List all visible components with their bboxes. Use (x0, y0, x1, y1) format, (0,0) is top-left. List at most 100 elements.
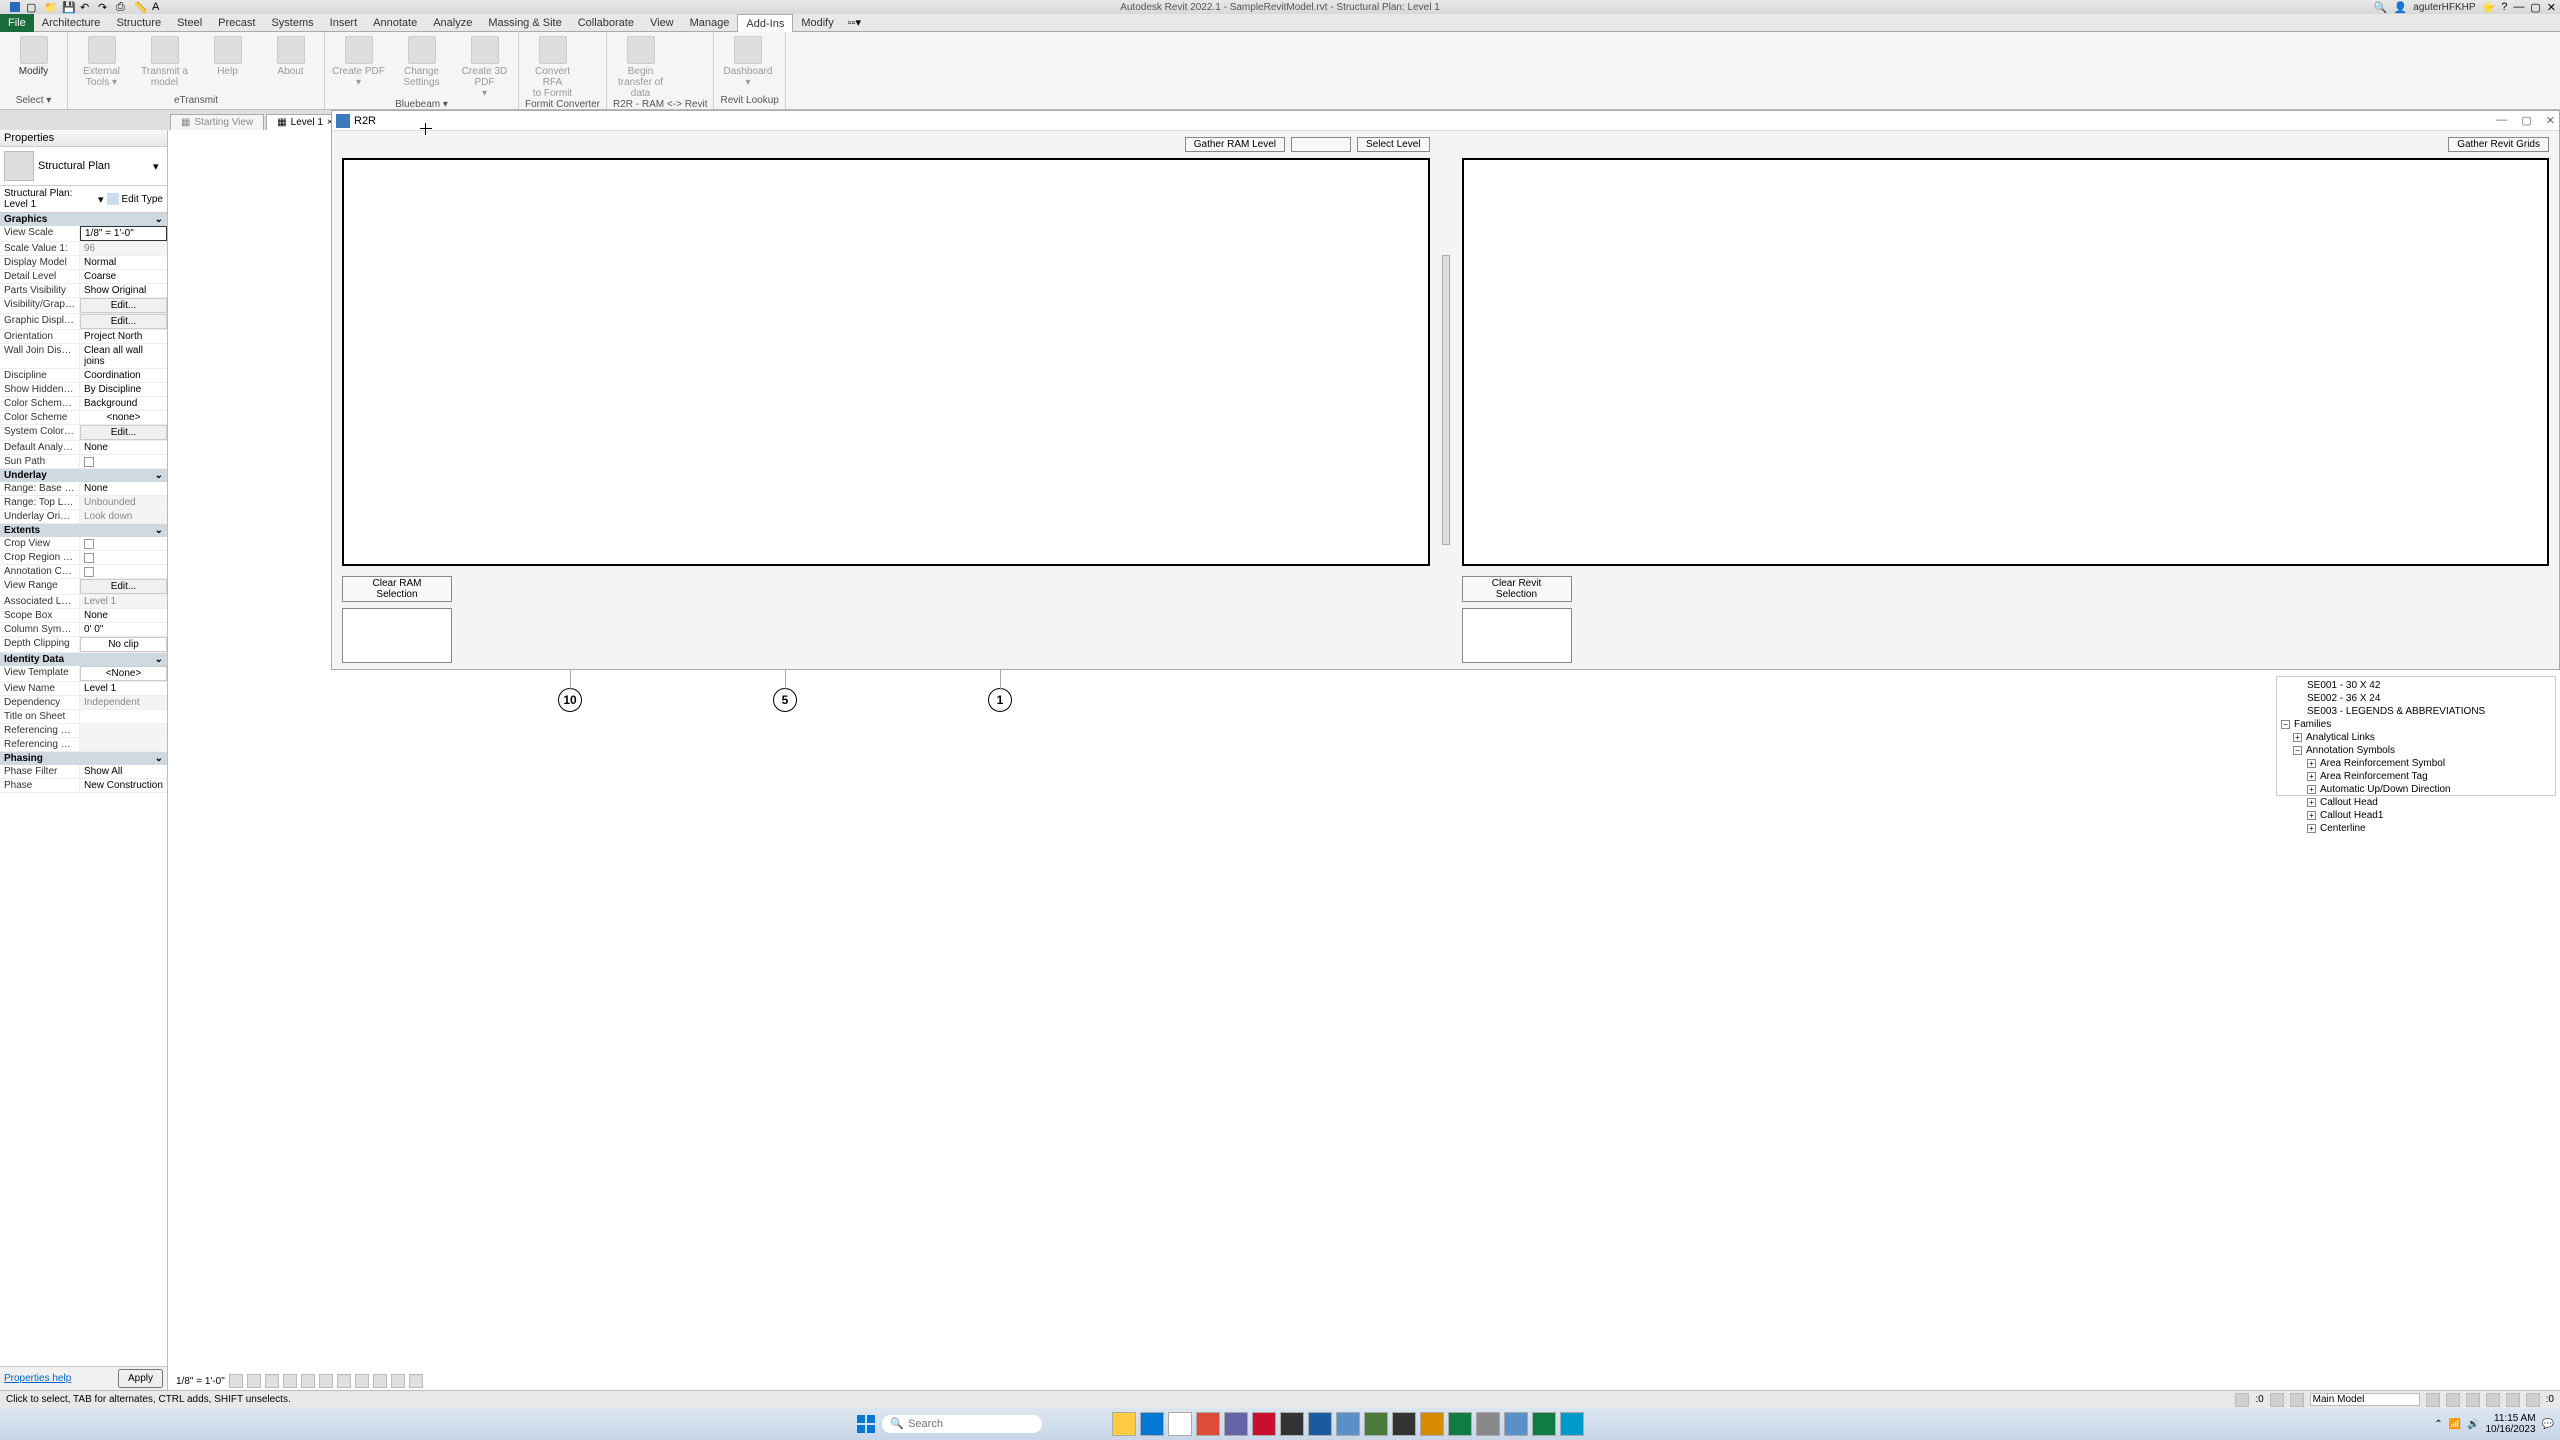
worksets-icon[interactable] (2235, 1393, 2249, 1407)
pv-view-name[interactable]: Level 1 (80, 682, 167, 695)
type-dropdown-icon[interactable]: ▾ (153, 160, 163, 173)
search-input[interactable] (908, 1418, 1008, 1430)
taskbar-app-excel[interactable] (1448, 1412, 1472, 1436)
collapse-icon[interactable]: − (2293, 746, 2302, 755)
tree-node-auto-updown[interactable]: +Automatic Up/Down Direction (2279, 783, 2553, 796)
drawing-canvas[interactable]: R2R — ▢ ✕ Gather RAM Level Select Level (168, 130, 2560, 1390)
pv-color-scheme[interactable]: <none> (80, 411, 167, 424)
clear-ram-selection-button[interactable]: Clear RAM Selection (342, 576, 452, 602)
render-icon[interactable] (301, 1374, 315, 1388)
taskbar-app-app4[interactable] (1364, 1412, 1388, 1436)
modify-button[interactable]: Modify (6, 34, 61, 77)
help-button[interactable]: Help (200, 34, 255, 77)
qat-text-icon[interactable]: A (152, 1, 164, 13)
select-level-button[interactable]: Select Level (1357, 137, 1429, 152)
taskbar-app-store[interactable] (1168, 1412, 1192, 1436)
tab-analyze[interactable]: Analyze (425, 14, 480, 32)
doctab-starting-view[interactable]: ▦ Starting View (170, 114, 264, 130)
pv-col-sym-off[interactable]: 0' 0" (80, 623, 167, 636)
taskbar-app-edge[interactable] (1140, 1412, 1164, 1436)
tree-node-se003[interactable]: SE003 - LEGENDS & ABBREVIATIONS (2279, 705, 2553, 718)
pv-crop-view[interactable] (80, 537, 167, 550)
about-button[interactable]: About (263, 34, 318, 77)
tab-architecture[interactable]: Architecture (34, 14, 109, 32)
favorite-icon[interactable]: ⭐ (2482, 1, 2496, 14)
worksharing-display-icon[interactable] (409, 1374, 423, 1388)
group-underlay[interactable]: Underlay (0, 469, 167, 482)
r2r-maximize-icon[interactable]: ▢ (2521, 114, 2531, 127)
ram-grids-list[interactable] (342, 158, 1430, 566)
ram-selection-box[interactable] (342, 608, 452, 663)
qat-undo-icon[interactable]: ↶ (80, 1, 92, 13)
instance-dropdown-icon[interactable]: ▾ (98, 193, 104, 206)
select-pinned-icon[interactable] (2466, 1393, 2480, 1407)
restore-button[interactable]: ▢ (2530, 1, 2540, 14)
convert-rfa-button[interactable]: Convert RFA to Formit (525, 34, 580, 99)
minimize-button[interactable]: — (2513, 1, 2524, 13)
pv-color-scheme-loc[interactable]: Background (80, 397, 167, 410)
pv-parts-vis[interactable]: Show Original (80, 284, 167, 297)
tray-notification-icon[interactable]: 💬 (2542, 1419, 2554, 1430)
transmit-model-button[interactable]: Transmit a model (137, 34, 192, 88)
pv-vis-gfx[interactable]: Edit... (80, 298, 167, 313)
tab-structure[interactable]: Structure (108, 14, 169, 32)
visual-style-icon[interactable] (247, 1374, 261, 1388)
clear-revit-selection-button[interactable]: Clear Revit Selection (1462, 576, 1572, 602)
pv-anno-crop[interactable] (80, 565, 167, 578)
show-crop-icon[interactable] (337, 1374, 351, 1388)
gather-revit-grids-button[interactable]: Gather Revit Grids (2448, 137, 2549, 152)
begin-transfer-button[interactable]: Begin transfer of data (613, 34, 668, 99)
group-identity[interactable]: Identity Data (0, 653, 167, 666)
revit-selection-box[interactable] (1462, 608, 1572, 663)
r2r-close-icon[interactable]: ✕ (2546, 114, 2555, 127)
edit-type-button[interactable]: Edit Type (107, 193, 163, 205)
ram-level-input[interactable] (1291, 137, 1351, 152)
sun-path-icon[interactable] (265, 1374, 279, 1388)
crop-view-icon[interactable] (319, 1374, 333, 1388)
tab-annotate[interactable]: Annotate (365, 14, 425, 32)
pv-phase[interactable]: New Construction (80, 779, 167, 792)
properties-header[interactable]: Properties (0, 130, 167, 147)
qat-print-icon[interactable]: ⎙ (116, 1, 128, 13)
pv-view-template[interactable]: <None> (80, 666, 167, 681)
gather-ram-level-button[interactable]: Gather RAM Level (1185, 137, 1285, 152)
start-button[interactable] (856, 1414, 876, 1434)
qat-redo-icon[interactable]: ↷ (98, 1, 110, 13)
pv-sys-color[interactable]: Edit... (80, 425, 167, 440)
qat-home-icon[interactable]: ▢ (26, 1, 38, 13)
temp-hide-icon[interactable] (373, 1374, 387, 1388)
design-options-icon[interactable] (2290, 1393, 2304, 1407)
pv-crop-visible[interactable] (80, 551, 167, 564)
file-tab[interactable]: File (0, 14, 34, 32)
unlock-icon[interactable] (355, 1374, 369, 1388)
tab-view[interactable]: View (642, 14, 682, 32)
pv-range-base[interactable]: None (80, 482, 167, 495)
tree-node-area-reinf-tag[interactable]: +Area Reinforcement Tag (2279, 770, 2553, 783)
apply-button[interactable]: Apply (118, 1369, 163, 1388)
properties-help-link[interactable]: Properties help (4, 1373, 71, 1384)
qat-save-icon[interactable]: 💾 (62, 1, 74, 13)
expand-icon[interactable]: + (2307, 798, 2316, 807)
group-phasing[interactable]: Phasing (0, 752, 167, 765)
tree-node-centerline[interactable]: +Centerline (2279, 822, 2553, 835)
group-extents[interactable]: Extents (0, 524, 167, 537)
taskbar-search[interactable]: 🔍 (882, 1415, 1042, 1433)
r2r-splitter[interactable] (1442, 255, 1450, 545)
pv-orientation[interactable]: Project North (80, 330, 167, 343)
editable-only-icon[interactable] (2270, 1393, 2284, 1407)
taskbar-app-explorer[interactable] (1112, 1412, 1136, 1436)
expand-icon[interactable]: + (2307, 811, 2316, 820)
taskbar-app-revit[interactable] (1308, 1412, 1332, 1436)
ribbon-overflow-icon[interactable]: ▫▫▾ (848, 16, 861, 29)
tray-wifi-icon[interactable]: 📶 (2449, 1419, 2461, 1430)
expand-icon[interactable]: + (2307, 772, 2316, 781)
panel-select-title[interactable]: Select ▾ (6, 95, 61, 107)
grid-bubble-5[interactable]: 5 (773, 688, 797, 712)
group-graphics[interactable]: Graphics (0, 213, 167, 226)
pv-view-range[interactable]: Edit... (80, 579, 167, 594)
clock[interactable]: 11:15 AM 10/16/2023 (2485, 1413, 2535, 1435)
dashboard-button[interactable]: Dashboard ▾ (720, 34, 775, 88)
taskbar-app-app6[interactable] (1420, 1412, 1444, 1436)
qat-open-icon[interactable]: 📁 (44, 1, 56, 13)
taskbar-app-app2[interactable] (1280, 1412, 1304, 1436)
